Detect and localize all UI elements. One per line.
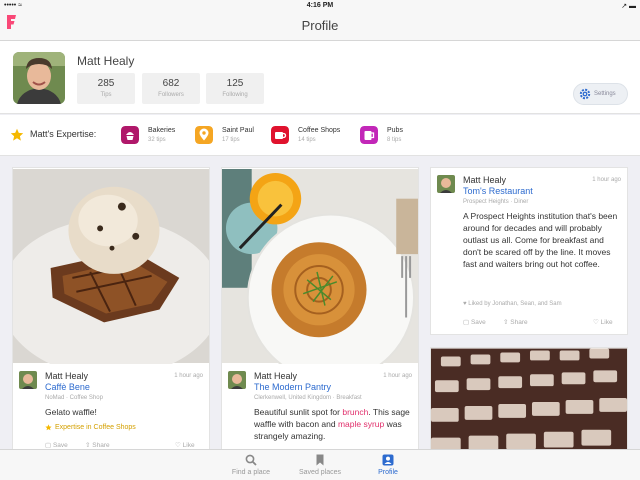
stat-label: Followers: [158, 92, 184, 98]
venue-location: Prospect Heights · Diner: [463, 199, 529, 205]
settings-button[interactable]: Settings: [573, 83, 628, 105]
tab-label: Find a place: [231, 469, 271, 476]
tip-photo[interactable]: [222, 168, 418, 364]
save-button[interactable]: ▢ Save: [45, 441, 68, 449]
expertise-name: Bakeries: [148, 127, 176, 134]
heart-icon: ♡: [593, 319, 601, 326]
battery-indicator: ↗ ▬: [621, 3, 636, 10]
like-button[interactable]: ♡ Like: [593, 318, 613, 326]
like-label: Like: [182, 442, 195, 449]
share-button[interactable]: ⇧ Share: [85, 441, 110, 449]
expertise-tips: 8 tips: [387, 137, 402, 143]
stat-label: Following: [222, 92, 248, 98]
tip-card[interactable]: Matt Healy 1 hour ago The Modern Pantry …: [221, 167, 419, 457]
tip-author[interactable]: Matt Healy: [254, 371, 297, 381]
highlight-term[interactable]: brunch: [342, 407, 368, 417]
tip-photo[interactable]: [431, 348, 627, 457]
expertise-tips: 32 tips: [148, 137, 166, 143]
beer-mug-icon: [360, 126, 378, 144]
stat-following[interactable]: 125 Following: [206, 73, 264, 104]
status-time: 4:16 PM: [306, 2, 334, 9]
tip-card[interactable]: Matt Healy 1 hour ago Caffè Bene NoMad ·…: [12, 167, 210, 457]
app-screen: ••••• ≈ 4:16 PM ↗ ▬ Profile Matt Healy 2…: [0, 0, 640, 480]
bookmark-icon: ▢: [45, 442, 53, 449]
venue-link[interactable]: Caffè Bene: [45, 382, 90, 392]
venue-link[interactable]: Tom's Restaurant: [463, 186, 533, 196]
tab-find-a-place[interactable]: Find a place: [216, 450, 286, 480]
tip-time: 1 hour ago: [174, 373, 203, 379]
highlight-term[interactable]: maple syrup: [338, 419, 384, 429]
profile-name: Matt Healy: [77, 54, 135, 68]
search-icon: [245, 454, 257, 466]
user-avatar[interactable]: [228, 371, 246, 389]
tab-profile[interactable]: Profile: [353, 450, 423, 480]
save-label: Save: [470, 319, 486, 326]
tab-saved-places[interactable]: Saved places: [285, 450, 355, 480]
venue-location: Clerkenwell, United Kingdom · Breakfast: [254, 395, 362, 401]
gear-icon: [579, 88, 591, 100]
expertise-tips: 14 tips: [298, 137, 316, 143]
stat-value: 682: [162, 78, 180, 89]
tip-time: 1 hour ago: [383, 373, 412, 379]
settings-label: Settings: [594, 91, 616, 97]
like-label: Like: [600, 319, 613, 326]
bookmark-icon: [316, 454, 324, 466]
status-bar: ••••• ≈ 4:16 PM ↗ ▬: [0, 0, 640, 12]
tip-card[interactable]: Matt Healy 1 hour ago Tom's Restaurant P…: [430, 167, 628, 335]
expertise-name: Saint Paul: [222, 127, 254, 134]
stat-label: Tips: [100, 92, 112, 98]
tip-author[interactable]: Matt Healy: [463, 175, 506, 185]
map-pin-icon: [195, 126, 213, 144]
share-button[interactable]: ⇧ Share: [503, 318, 528, 326]
tip-photo[interactable]: [13, 168, 209, 364]
save-label: Save: [52, 442, 68, 449]
like-button[interactable]: ♡ Like: [175, 441, 195, 449]
bookmark-icon: ▢: [463, 319, 471, 326]
tip-text: Gelato waffle!: [45, 407, 97, 417]
stat-value: 125: [226, 78, 244, 89]
user-avatar[interactable]: [19, 371, 37, 389]
tip-time: 1 hour ago: [592, 177, 621, 183]
page-title: Profile: [301, 18, 339, 33]
star-icon: [10, 128, 24, 141]
tip-author[interactable]: Matt Healy: [45, 371, 88, 381]
stat-tips[interactable]: 285 Tips: [77, 73, 135, 104]
liked-by: ♥ Liked by Jonathan, Sean, and Sam: [463, 301, 562, 307]
expertise-badge: Expertise in Coffee Shops: [55, 424, 136, 431]
tip-text: Beautiful sunlit spot for brunch. This s…: [254, 407, 410, 441]
profile-header: Matt Healy 285 Tips 682 Followers 125 Fo…: [0, 41, 640, 114]
share-label: Share: [510, 319, 528, 326]
venue-link[interactable]: The Modern Pantry: [254, 382, 331, 392]
tab-label: Profile: [378, 469, 398, 476]
stat-value: 285: [97, 78, 115, 89]
expertise-tips: 17 tips: [222, 137, 240, 143]
coffee-cup-icon: [271, 126, 289, 144]
tip-card[interactable]: [430, 347, 628, 457]
expertise-name: Pubs: [387, 127, 403, 134]
stat-followers[interactable]: 682 Followers: [142, 73, 200, 104]
expertise-label: Matt's Expertise:: [30, 129, 97, 139]
venue-location: NoMad · Coffee Shop: [45, 395, 103, 401]
tab-bar: Find a place Saved places Profile: [0, 449, 640, 480]
heart-icon: ♡: [175, 442, 183, 449]
cupcake-icon: [121, 126, 139, 144]
avatar[interactable]: [13, 52, 65, 104]
expertise-star-icon: [45, 424, 52, 431]
user-avatar[interactable]: [437, 175, 455, 193]
expertise-name: Coffee Shops: [298, 127, 341, 134]
share-label: Share: [92, 442, 110, 449]
nav-bar: Profile: [0, 12, 640, 41]
profile-icon: [382, 454, 394, 466]
expertise-row: Matt's Expertise: Bakeries 32 tips Saint…: [0, 115, 640, 156]
tab-label: Saved places: [298, 469, 342, 476]
save-button[interactable]: ▢ Save: [463, 318, 486, 326]
tip-text: A Prospect Heights institution that's be…: [463, 211, 618, 269]
